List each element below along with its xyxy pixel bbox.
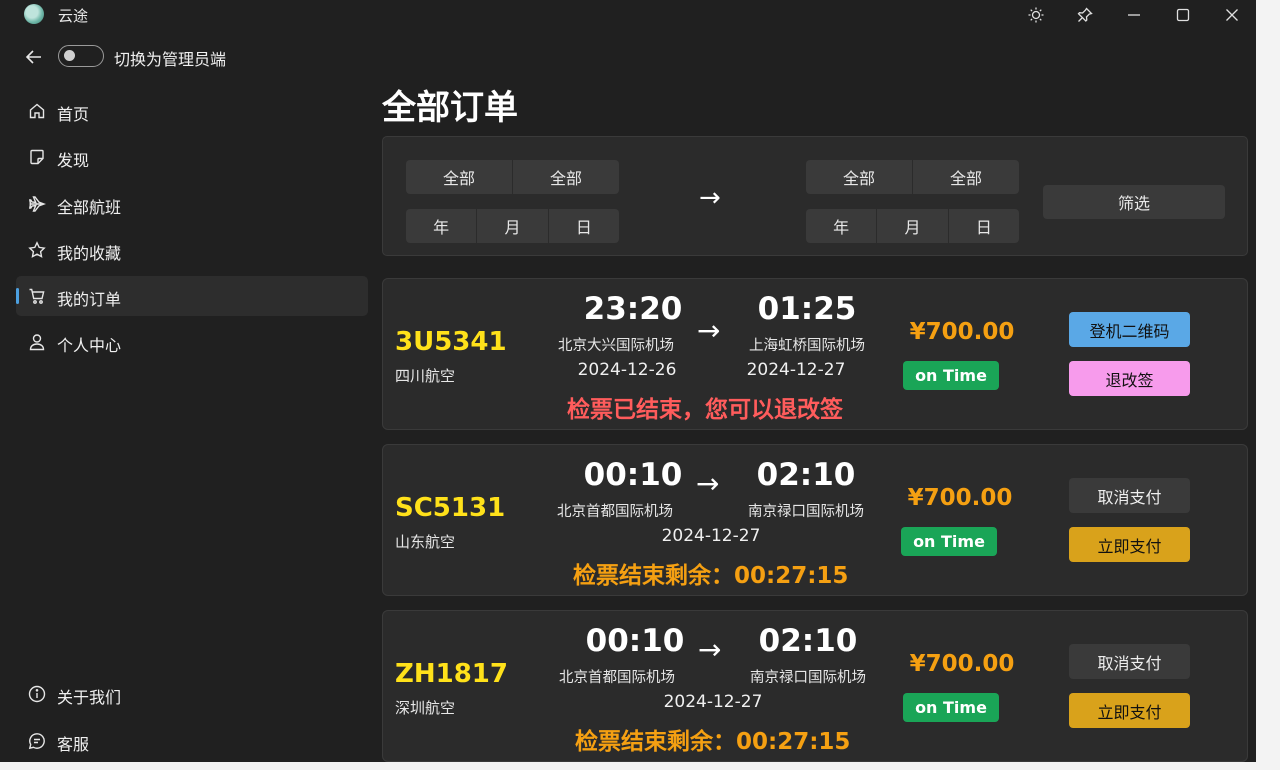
arrival-time: 02:10 <box>758 623 858 659</box>
nav-item-label: 我的订单 <box>57 290 122 309</box>
arrival-time: 01:25 <box>757 291 857 327</box>
sun-icon <box>1028 7 1044 23</box>
departure-time: 23:20 <box>583 291 683 327</box>
boarding-qr-button[interactable]: 登机二维码 <box>1069 312 1190 347</box>
person-icon <box>28 333 46 351</box>
arrival-airport: 上海虹桥国际机场 <box>749 338 865 354</box>
nav-item-label: 全部航班 <box>57 198 122 217</box>
arrival-time: 02:10 <box>756 457 856 493</box>
minimize-icon <box>1128 14 1140 16</box>
filter-button[interactable]: 筛选 <box>1043 185 1225 219</box>
to-province-select[interactable]: 全部 <box>806 160 913 194</box>
to-year-select[interactable]: 年 <box>806 209 878 243</box>
nav-item-label: 我的收藏 <box>57 244 122 263</box>
from-location-selector: 全部 全部 <box>406 160 619 194</box>
nav-item-label: 客服 <box>57 735 90 754</box>
flight-date: 2024-12-27 <box>663 692 763 712</box>
order-card: 3U5341 四川航空 23:20 → 01:25 北京大兴国际机场 上海虹桥国… <box>382 278 1248 430</box>
order-card: SC5131 山东航空 00:10 → 02:10 北京首都国际机场 南京禄口国… <box>382 444 1248 596</box>
ticket-price: ¥700.00 <box>909 319 1015 345</box>
nav-item-discover[interactable]: 发现 <box>16 137 368 177</box>
to-date-selector: 年 月 日 <box>806 209 1019 243</box>
pay-now-button[interactable]: 立即支付 <box>1069 527 1190 562</box>
admin-mode-toggle[interactable] <box>58 45 104 67</box>
back-button[interactable] <box>22 45 46 69</box>
arrival-airport: 南京禄口国际机场 <box>748 504 864 520</box>
status-badge: on Time <box>901 527 997 556</box>
chat-icon <box>28 732 46 750</box>
nav-item-label: 关于我们 <box>57 688 122 707</box>
checkin-countdown: 检票结束剩余：00:27:15 <box>573 563 849 589</box>
page-title: 全部订单 <box>382 88 518 128</box>
pin-button[interactable] <box>1063 0 1107 30</box>
nav-item-home[interactable]: 首页 <box>16 91 368 131</box>
flight-number: 3U5341 <box>395 327 507 357</box>
pin-icon <box>1077 7 1093 22</box>
note-icon <box>28 148 46 166</box>
from-city-select[interactable]: 全部 <box>513 160 619 194</box>
filter-arrow: → <box>699 183 721 213</box>
departure-date: 2024-12-26 <box>577 360 677 380</box>
ticket-price: ¥700.00 <box>907 485 1013 511</box>
minimize-button[interactable] <box>1112 0 1156 30</box>
nav-item-label: 发现 <box>57 151 90 170</box>
flight-number: SC5131 <box>395 493 506 523</box>
airline-name: 四川航空 <box>395 367 456 385</box>
toggle-knob <box>64 50 75 61</box>
nav-item-about[interactable]: 关于我们 <box>16 674 368 714</box>
departure-airport: 北京大兴国际机场 <box>558 338 674 354</box>
refund-change-button[interactable]: 退改签 <box>1069 361 1190 396</box>
nav-item-profile[interactable]: 个人中心 <box>16 322 368 362</box>
nav-item-my-orders[interactable]: 我的订单 <box>16 276 368 316</box>
maximize-button[interactable] <box>1161 0 1205 30</box>
cancel-payment-button[interactable]: 取消支付 <box>1069 478 1190 513</box>
airplane-icon <box>28 195 47 213</box>
arrow-left-icon <box>25 50 41 64</box>
nav-item-label: 首页 <box>57 105 90 124</box>
arrival-date: 2024-12-27 <box>746 360 846 380</box>
airline-name: 深圳航空 <box>395 699 456 717</box>
star-icon <box>28 241 46 259</box>
arrival-airport: 南京禄口国际机场 <box>750 670 866 686</box>
close-icon <box>1226 9 1238 21</box>
from-province-select[interactable]: 全部 <box>406 160 513 194</box>
maximize-icon <box>1176 8 1190 22</box>
admin-mode-toggle-label: 切换为管理员端 <box>114 50 227 69</box>
title-bar: 云途 <box>0 0 1256 30</box>
status-badge: on Time <box>903 361 999 390</box>
from-day-select[interactable]: 日 <box>549 209 619 243</box>
departure-airport: 北京首都国际机场 <box>559 670 675 686</box>
from-date-selector: 年 月 日 <box>406 209 619 243</box>
info-icon <box>28 685 46 703</box>
filter-panel: 全部 全部 年 月 日 → 全部 全部 年 月 日 筛选 <box>382 136 1248 256</box>
checkin-countdown: 检票结束剩余：00:27:15 <box>575 729 851 755</box>
order-card: ZH1817 深圳航空 00:10 → 02:10 北京首都国际机场 南京禄口国… <box>382 610 1248 762</box>
from-year-select[interactable]: 年 <box>406 209 478 243</box>
app-title: 云途 <box>58 7 89 25</box>
from-month-select[interactable]: 月 <box>477 209 549 243</box>
nav-item-label: 个人中心 <box>57 336 122 355</box>
cart-icon <box>28 287 46 305</box>
flight-number: ZH1817 <box>395 659 508 689</box>
app-logo-icon <box>24 4 44 24</box>
pay-now-button[interactable]: 立即支付 <box>1069 693 1190 728</box>
nav-item-favorites[interactable]: 我的收藏 <box>16 230 368 270</box>
nav-item-support[interactable]: 客服 <box>16 721 368 761</box>
cancel-payment-button[interactable]: 取消支付 <box>1069 644 1190 679</box>
ticket-price: ¥700.00 <box>909 651 1015 677</box>
nav-item-all-flights[interactable]: 全部航班 <box>16 184 368 224</box>
theme-toggle-button[interactable] <box>1014 0 1058 30</box>
status-badge: on Time <box>903 693 999 722</box>
home-icon <box>28 102 46 120</box>
airline-name: 山东航空 <box>395 533 456 551</box>
departure-airport: 北京首都国际机场 <box>557 504 673 520</box>
flight-date: 2024-12-27 <box>661 526 761 546</box>
to-location-selector: 全部 全部 <box>806 160 1019 194</box>
close-button[interactable] <box>1210 0 1254 30</box>
to-month-select[interactable]: 月 <box>877 209 949 243</box>
to-day-select[interactable]: 日 <box>949 209 1019 243</box>
to-city-select[interactable]: 全部 <box>913 160 1019 194</box>
checkin-notice: 检票已结束，您可以退改签 <box>567 397 843 423</box>
app-window: 云途 切换为管理员端 首页 发现 全部航班 我的收藏 我的订单 个人中心 关于我… <box>0 0 1256 762</box>
